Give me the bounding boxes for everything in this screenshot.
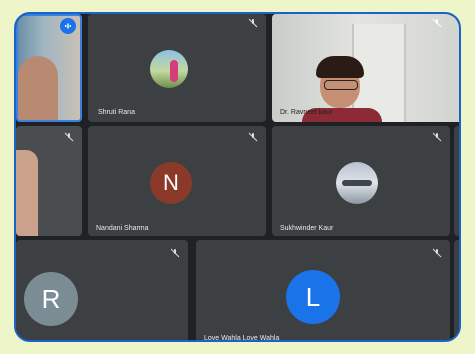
participant-tile-partial-right[interactable]: [454, 126, 459, 236]
person-glasses: [324, 80, 358, 90]
avatar-photo: [336, 162, 378, 204]
mic-muted-icon: [432, 132, 442, 142]
mic-muted-icon: [432, 18, 442, 28]
meeting-grid: Shruti Rana Dr. Ravneet kaur N Nandani S…: [14, 12, 461, 342]
avatar-initial: R: [24, 272, 78, 326]
participant-tile-sukhwinder-kaur[interactable]: Sukhwinder Kaur: [272, 126, 450, 236]
person-silhouette: [18, 56, 58, 120]
participant-tile-nandani-sharma[interactable]: N Nandani Sharma: [88, 126, 266, 236]
mic-muted-icon: [248, 132, 258, 142]
participant-tile-love-wahla[interactable]: L Love Wahla Love Wahla: [196, 240, 450, 342]
avatar-initial: L: [286, 270, 340, 324]
person-partial: [16, 150, 38, 236]
participant-name: Sukhwinder Kaur: [280, 225, 334, 232]
mic-muted-icon: [248, 18, 258, 28]
participant-name: Dr. Ravneet kaur: [280, 109, 333, 116]
participant-name: Shruti Rana: [98, 109, 135, 116]
mic-muted-icon: [64, 132, 74, 142]
participant-video-tile-left-top[interactable]: [16, 14, 82, 122]
participant-name: Love Wahla Love Wahla: [204, 335, 280, 342]
mic-muted-icon: [170, 248, 180, 258]
mic-muted-icon: [432, 248, 442, 258]
frame: Shruti Rana Dr. Ravneet kaur N Nandani S…: [0, 0, 475, 354]
participant-tile-partial-right-bottom[interactable]: [454, 240, 459, 340]
participant-video-tile-left-middle[interactable]: [16, 126, 82, 236]
person-hair: [316, 56, 364, 78]
avatar-photo: [150, 50, 188, 88]
participant-name: Nandani Sharma: [96, 225, 149, 232]
speaking-indicator-icon: [60, 18, 76, 34]
participant-video-tile-ravneet[interactable]: Dr. Ravneet kaur: [272, 14, 459, 122]
avatar-initial: N: [150, 162, 192, 204]
participant-tile-r[interactable]: R: [16, 240, 188, 340]
participant-tile-shruti-rana[interactable]: Shruti Rana: [88, 14, 266, 122]
